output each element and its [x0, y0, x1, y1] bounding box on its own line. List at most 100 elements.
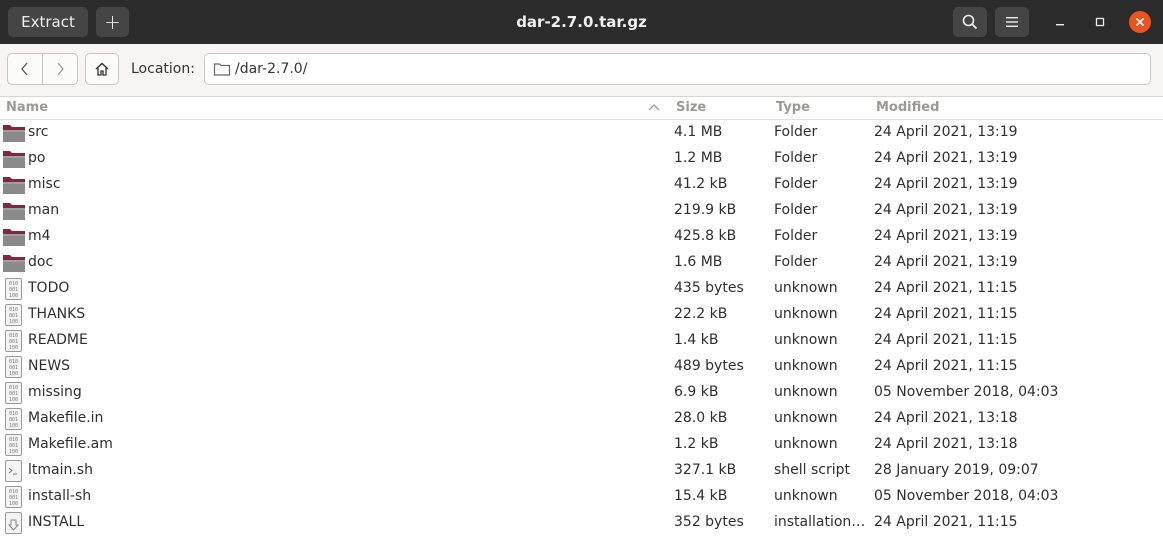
- file-row[interactable]: po 1.2 MB Folder 24 April 2021, 13:19: [0, 146, 1163, 172]
- file-size: 22.2 kB: [674, 306, 728, 322]
- file-modified: 24 April 2021, 13:19: [874, 202, 1018, 218]
- file-size: 352 bytes: [674, 514, 744, 530]
- file-size: 4.1 MB: [674, 124, 723, 140]
- script-file-icon: [2, 460, 26, 482]
- file-type: shell script: [774, 462, 851, 478]
- file-type: unknown: [774, 436, 838, 452]
- file-row[interactable]: m4 425.8 kB Folder 24 April 2021, 13:19: [0, 224, 1163, 250]
- chevron-right-icon: [57, 62, 64, 76]
- file-name: doc: [28, 254, 54, 270]
- extract-button[interactable]: Extract: [8, 7, 88, 37]
- search-icon: [962, 14, 978, 30]
- minimize-button[interactable]: [1049, 11, 1071, 33]
- location-label: Location:: [131, 61, 195, 77]
- file-modified: 24 April 2021, 11:15: [874, 280, 1018, 296]
- back-button[interactable]: [7, 53, 43, 85]
- file-size: 6.9 kB: [674, 384, 719, 400]
- file-modified: 24 April 2021, 13:19: [874, 254, 1018, 270]
- binary-file-icon: 010 001 100: [2, 330, 26, 352]
- file-name: NEWS: [28, 358, 71, 374]
- menu-button[interactable]: [995, 7, 1029, 37]
- svg-text:100: 100: [9, 293, 18, 299]
- file-size: 1.6 MB: [674, 254, 723, 270]
- close-button[interactable]: [1129, 11, 1151, 33]
- column-header-modified[interactable]: Modified: [876, 100, 939, 115]
- column-header: Name Size Type Modified: [0, 97, 1163, 120]
- file-row[interactable]: INSTALL 352 bytes installation… 24 April 20…: [0, 510, 1163, 536]
- file-name: README: [28, 332, 88, 348]
- location-field[interactable]: /dar-2.7.0/: [204, 53, 1151, 85]
- file-name: Makefile.am: [28, 436, 113, 452]
- file-type: Folder: [774, 150, 818, 166]
- file-type: unknown: [774, 280, 838, 296]
- svg-text:100: 100: [9, 449, 18, 455]
- file-name: po: [28, 150, 46, 166]
- folder-icon: [2, 200, 26, 222]
- file-row[interactable]: 010 001 100 NEWS 489 bytes unknown 24 April 20…: [0, 354, 1163, 380]
- binary-file-icon: 010 001 100: [2, 408, 26, 430]
- file-row[interactable]: man 219.9 kB Folder 24 April 2021, 13:19: [0, 198, 1163, 224]
- file-name: misc: [28, 176, 61, 192]
- file-modified: 24 April 2021, 13:18: [874, 436, 1018, 452]
- file-row[interactable]: 010 001 100 TODO 435 bytes unknown 24 April 20…: [0, 276, 1163, 302]
- location-toolbar: Location: /dar-2.7.0/: [0, 44, 1163, 97]
- folder-icon: [2, 226, 26, 248]
- file-row[interactable]: 010 001 100 missing 6.9 kB unknown 05 November…: [0, 380, 1163, 406]
- file-modified: 24 April 2021, 11:15: [874, 358, 1018, 374]
- folder-outline-icon: [213, 63, 231, 76]
- maximize-icon: [1095, 17, 1105, 27]
- binary-file-icon: 010 001 100: [2, 278, 26, 300]
- forward-button[interactable]: [42, 53, 78, 85]
- file-modified: 05 November 2018, 04:03: [874, 488, 1059, 504]
- column-header-name[interactable]: Name: [6, 100, 48, 115]
- file-type: Folder: [774, 254, 818, 270]
- svg-text:100: 100: [9, 501, 18, 507]
- maximize-button[interactable]: [1089, 11, 1111, 33]
- file-row[interactable]: ltmain.sh 327.1 kB shell script 28 January …: [0, 458, 1163, 484]
- binary-file-icon: 010 001 100: [2, 382, 26, 404]
- svg-text:100: 100: [9, 371, 18, 377]
- file-row[interactable]: src 4.1 MB Folder 24 April 2021, 13:19: [0, 120, 1163, 146]
- file-type: unknown: [774, 306, 838, 322]
- file-name: THANKS: [28, 306, 86, 322]
- file-modified: 05 November 2018, 04:03: [874, 384, 1059, 400]
- binary-file-icon: 010 001 100: [2, 486, 26, 508]
- home-button[interactable]: [85, 53, 119, 85]
- window-title: dar-2.7.0.tar.gz: [516, 13, 647, 31]
- binary-file-icon: 010 001 100: [2, 434, 26, 456]
- file-modified: 24 April 2021, 13:19: [874, 228, 1018, 244]
- column-header-type[interactable]: Type: [776, 100, 810, 115]
- file-row[interactable]: misc 41.2 kB Folder 24 April 2021, 13:19: [0, 172, 1163, 198]
- file-name: ltmain.sh: [28, 462, 93, 478]
- file-type: Folder: [774, 124, 818, 140]
- file-modified: 24 April 2021, 13:19: [874, 124, 1018, 140]
- search-button[interactable]: [953, 7, 987, 37]
- file-type: unknown: [774, 384, 838, 400]
- file-row[interactable]: 010 001 100 Makefile.am 1.2 kB unknown 24 Apri…: [0, 432, 1163, 458]
- file-size: 1.4 kB: [674, 332, 719, 348]
- file-modified: 24 April 2021, 13:19: [874, 176, 1018, 192]
- column-header-size[interactable]: Size: [676, 100, 706, 115]
- file-type: unknown: [774, 410, 838, 426]
- file-name: missing: [28, 384, 82, 400]
- file-row[interactable]: doc 1.6 MB Folder 24 April 2021, 13:19: [0, 250, 1163, 276]
- file-row[interactable]: 010 001 100 Makefile.in 28.0 kB unknown 24 Apr…: [0, 406, 1163, 432]
- file-name: INSTALL: [28, 514, 85, 530]
- new-archive-button[interactable]: +: [96, 7, 129, 37]
- chevron-left-icon: [21, 62, 28, 76]
- file-size: 41.2 kB: [674, 176, 728, 192]
- file-modified: 24 April 2021, 11:15: [874, 332, 1018, 348]
- file-size: 327.1 kB: [674, 462, 737, 478]
- file-row[interactable]: 010 001 100 README 1.4 kB unknown 24 April 202…: [0, 328, 1163, 354]
- file-size: 489 bytes: [674, 358, 744, 374]
- file-name: man: [28, 202, 60, 218]
- binary-file-icon: 010 001 100: [2, 304, 26, 326]
- close-icon: [1135, 17, 1145, 27]
- file-size: 28.0 kB: [674, 410, 728, 426]
- file-row[interactable]: 010 001 100 install-sh 15.4 kB unknown 05 Nove…: [0, 484, 1163, 510]
- folder-icon: [2, 122, 26, 144]
- svg-text:100: 100: [9, 345, 18, 351]
- plus-icon: +: [104, 10, 121, 34]
- folder-icon: [2, 174, 26, 196]
- file-row[interactable]: 010 001 100 THANKS 22.2 kB unknown 24 April 20…: [0, 302, 1163, 328]
